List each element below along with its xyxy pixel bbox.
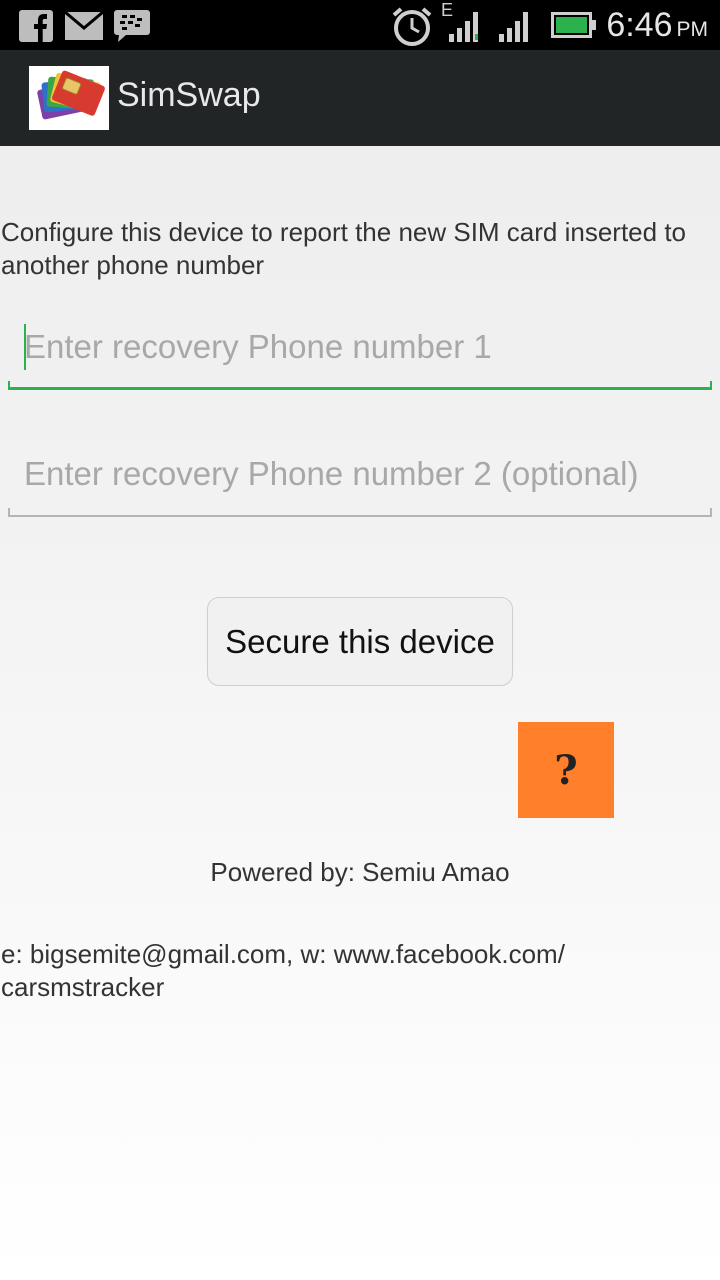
bbm-icon <box>114 10 150 46</box>
underline-tick-right <box>710 508 712 517</box>
phone-number-2-placeholder: Enter recovery Phone number 2 (optional) <box>24 455 639 492</box>
phone-number-2-underline <box>8 515 712 517</box>
clock-ampm: PM <box>676 18 709 41</box>
signal-icon <box>499 10 533 46</box>
phone-number-1-input[interactable]: Enter recovery Phone number 1 <box>8 320 712 390</box>
status-bar: E 6:46 PM <box>0 0 720 50</box>
sim-cards-icon[interactable] <box>29 66 109 130</box>
action-bar: SimSwap <box>0 50 720 146</box>
mail-icon <box>64 10 104 44</box>
secure-device-button[interactable]: Secure this device <box>207 597 513 686</box>
signal-icon <box>449 10 483 46</box>
facebook-icon <box>19 10 53 46</box>
powered-by-text: Powered by: Semiu Amao <box>210 857 510 887</box>
underline-tick-left <box>8 508 10 517</box>
phone-number-1-underline <box>8 387 712 390</box>
phone-number-2-input[interactable]: Enter recovery Phone number 2 (optional) <box>8 447 712 517</box>
app-title: SimSwap <box>117 76 261 114</box>
phone-number-1-placeholder: Enter recovery Phone number 1 <box>24 328 492 365</box>
underline-tick-left <box>8 381 10 390</box>
alarm-icon <box>391 6 433 50</box>
battery-icon <box>551 12 597 42</box>
clock-time: 6:46 <box>606 6 673 44</box>
contact-text: e: bigsemite@gmail.com, w: www.facebook.… <box>1 939 565 1002</box>
underline-tick-right <box>710 381 712 390</box>
clock: 6:46 PM <box>606 6 708 45</box>
description-text: Configure this device to report the new … <box>1 217 687 280</box>
help-button[interactable]: ? <box>518 722 614 818</box>
